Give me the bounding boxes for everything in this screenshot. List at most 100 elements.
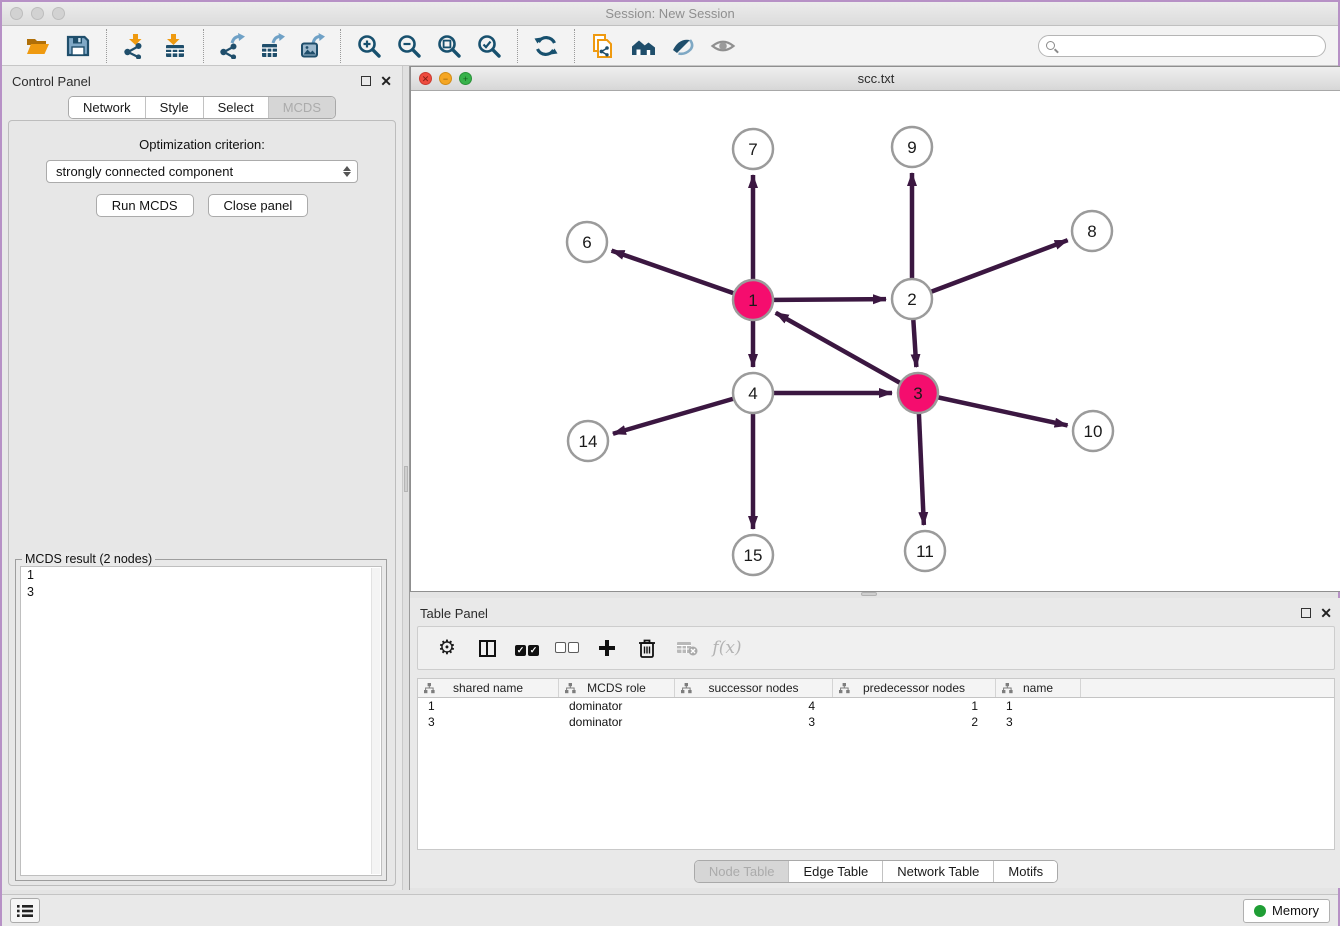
graph-node-11[interactable]: 11 [905,531,945,571]
canvas-bottom-grip[interactable] [861,592,877,596]
graph-node-10[interactable]: 10 [1073,411,1113,451]
svg-text:8: 8 [1087,222,1096,241]
zoom-in-button[interactable] [349,29,389,63]
graph-node-14[interactable]: 14 [568,421,608,461]
gear-icon: ⚙ [438,638,456,658]
float-panel-icon[interactable] [361,76,371,86]
tab-motifs[interactable]: Motifs [993,861,1057,882]
graph-node-9[interactable]: 9 [892,127,932,167]
run-mcds-button[interactable]: Run MCDS [96,194,194,217]
tab-network-table[interactable]: Network Table [882,861,993,882]
table-cell[interactable]: 3 [675,714,833,730]
graph-node-8[interactable]: 8 [1072,211,1112,251]
deselect-all-button[interactable] [552,633,582,663]
graph-node-7[interactable]: 7 [733,129,773,169]
graph-edge-3-1[interactable] [776,313,918,393]
duplicate-network-button[interactable] [583,29,623,63]
result-scrollbar[interactable] [371,568,380,874]
network-window-titlebar[interactable]: ✕ − + scc.txt [411,67,1340,91]
table-panel-title: Table Panel [420,606,488,621]
close-panel-icon[interactable]: ✕ [380,76,392,86]
delete-column-button[interactable] [632,633,662,663]
table-settings-button[interactable]: ⚙ [432,633,462,663]
zoom-out-button[interactable] [389,29,429,63]
graph-node-6[interactable]: 6 [567,222,607,262]
export-image-button[interactable] [292,29,332,63]
table-row[interactable]: 1dominator411 [418,698,1334,714]
graph-node-4[interactable]: 4 [733,373,773,413]
zoom-selected-button[interactable] [469,29,509,63]
export-network-button[interactable] [212,29,252,63]
column-label: name [1023,681,1053,695]
show-columns-button[interactable] [472,633,502,663]
graph-edge-2-8[interactable] [912,240,1068,299]
search-input[interactable] [1060,37,1325,55]
open-session-button[interactable] [18,29,58,63]
apply-style-button[interactable] [663,29,703,63]
tab-edge-table[interactable]: Edge Table [788,861,882,882]
tab-node-table[interactable]: Node Table [695,861,789,882]
main-toolbar [2,26,1338,66]
zoom-fit-button[interactable] [429,29,469,63]
tab-network[interactable]: Network [69,97,145,118]
function-builder-button[interactable]: f(x) [712,633,742,663]
table-cell[interactable]: 1 [833,698,996,714]
svg-text:1: 1 [748,291,757,310]
close-panel-button[interactable]: Close panel [208,194,309,217]
style-brush-icon [670,33,696,59]
graph-edge-3-10[interactable] [918,393,1068,425]
table-cell[interactable]: dominator [559,698,675,714]
export-table-button[interactable] [252,29,292,63]
table-body: 1dominator4113dominator323 [418,698,1334,730]
column-header-successor-nodes[interactable]: successor nodes [675,679,833,697]
eye-icon [710,33,736,59]
graph-edge-4-14[interactable] [613,393,753,434]
tab-select[interactable]: Select [203,97,268,118]
table-cell[interactable]: 1 [996,698,1081,714]
graph-node-1[interactable]: 1 [733,280,773,320]
network-graph[interactable]: 1 2 3 4 6 7 8 9 10 11 14 15 [411,91,1340,591]
table-cell[interactable]: 3 [996,714,1081,730]
table-panel-tabs: Node TableEdge TableNetwork TableMotifs [410,860,1340,883]
network-canvas[interactable]: 1 2 3 4 6 7 8 9 10 11 14 15 [411,91,1340,591]
save-disk-icon [65,33,91,59]
criterion-dropdown[interactable]: strongly connected component [46,160,358,183]
refresh-icon [533,33,559,59]
mcds-result-list[interactable]: 13 [20,566,382,876]
import-network-icon [122,33,148,59]
chevron-updown-icon [343,166,351,177]
graph-node-2[interactable]: 2 [892,279,932,319]
column-header-shared-name[interactable]: shared name [418,679,559,697]
tab-style[interactable]: Style [145,97,203,118]
import-network-button[interactable] [115,29,155,63]
column-header-name[interactable]: name [996,679,1081,697]
vertical-splitter[interactable] [402,66,410,890]
save-session-button[interactable] [58,29,98,63]
add-column-button[interactable] [592,633,622,663]
tab-mcds[interactable]: MCDS [268,97,335,118]
table-row[interactable]: 3dominator323 [418,714,1334,730]
delete-table-button[interactable] [672,633,702,663]
svg-text:2: 2 [907,290,916,309]
table-cell[interactable]: dominator [559,714,675,730]
memory-button[interactable]: Memory [1243,899,1330,923]
graph-node-15[interactable]: 15 [733,535,773,575]
float-table-panel-icon[interactable] [1301,608,1311,618]
graph-node-3[interactable]: 3 [898,373,938,413]
graph-edge-1-6[interactable] [612,251,753,300]
select-all-button[interactable]: ✓✓ [512,633,542,663]
show-hide-panels-button[interactable] [703,29,743,63]
fit-content-button[interactable] [623,29,663,63]
close-table-panel-icon[interactable]: ✕ [1320,608,1332,618]
table-cell[interactable]: 1 [418,698,559,714]
apply-layout-button[interactable] [526,29,566,63]
splitter-grip[interactable] [404,466,408,492]
column-header-predecessor-nodes[interactable]: predecessor nodes [833,679,996,697]
column-header-MCDS-role[interactable]: MCDS role [559,679,675,697]
search-box[interactable] [1038,35,1326,57]
table-cell[interactable]: 4 [675,698,833,714]
table-cell[interactable]: 3 [418,714,559,730]
task-history-button[interactable] [10,898,40,923]
table-cell[interactable]: 2 [833,714,996,730]
import-table-button[interactable] [155,29,195,63]
